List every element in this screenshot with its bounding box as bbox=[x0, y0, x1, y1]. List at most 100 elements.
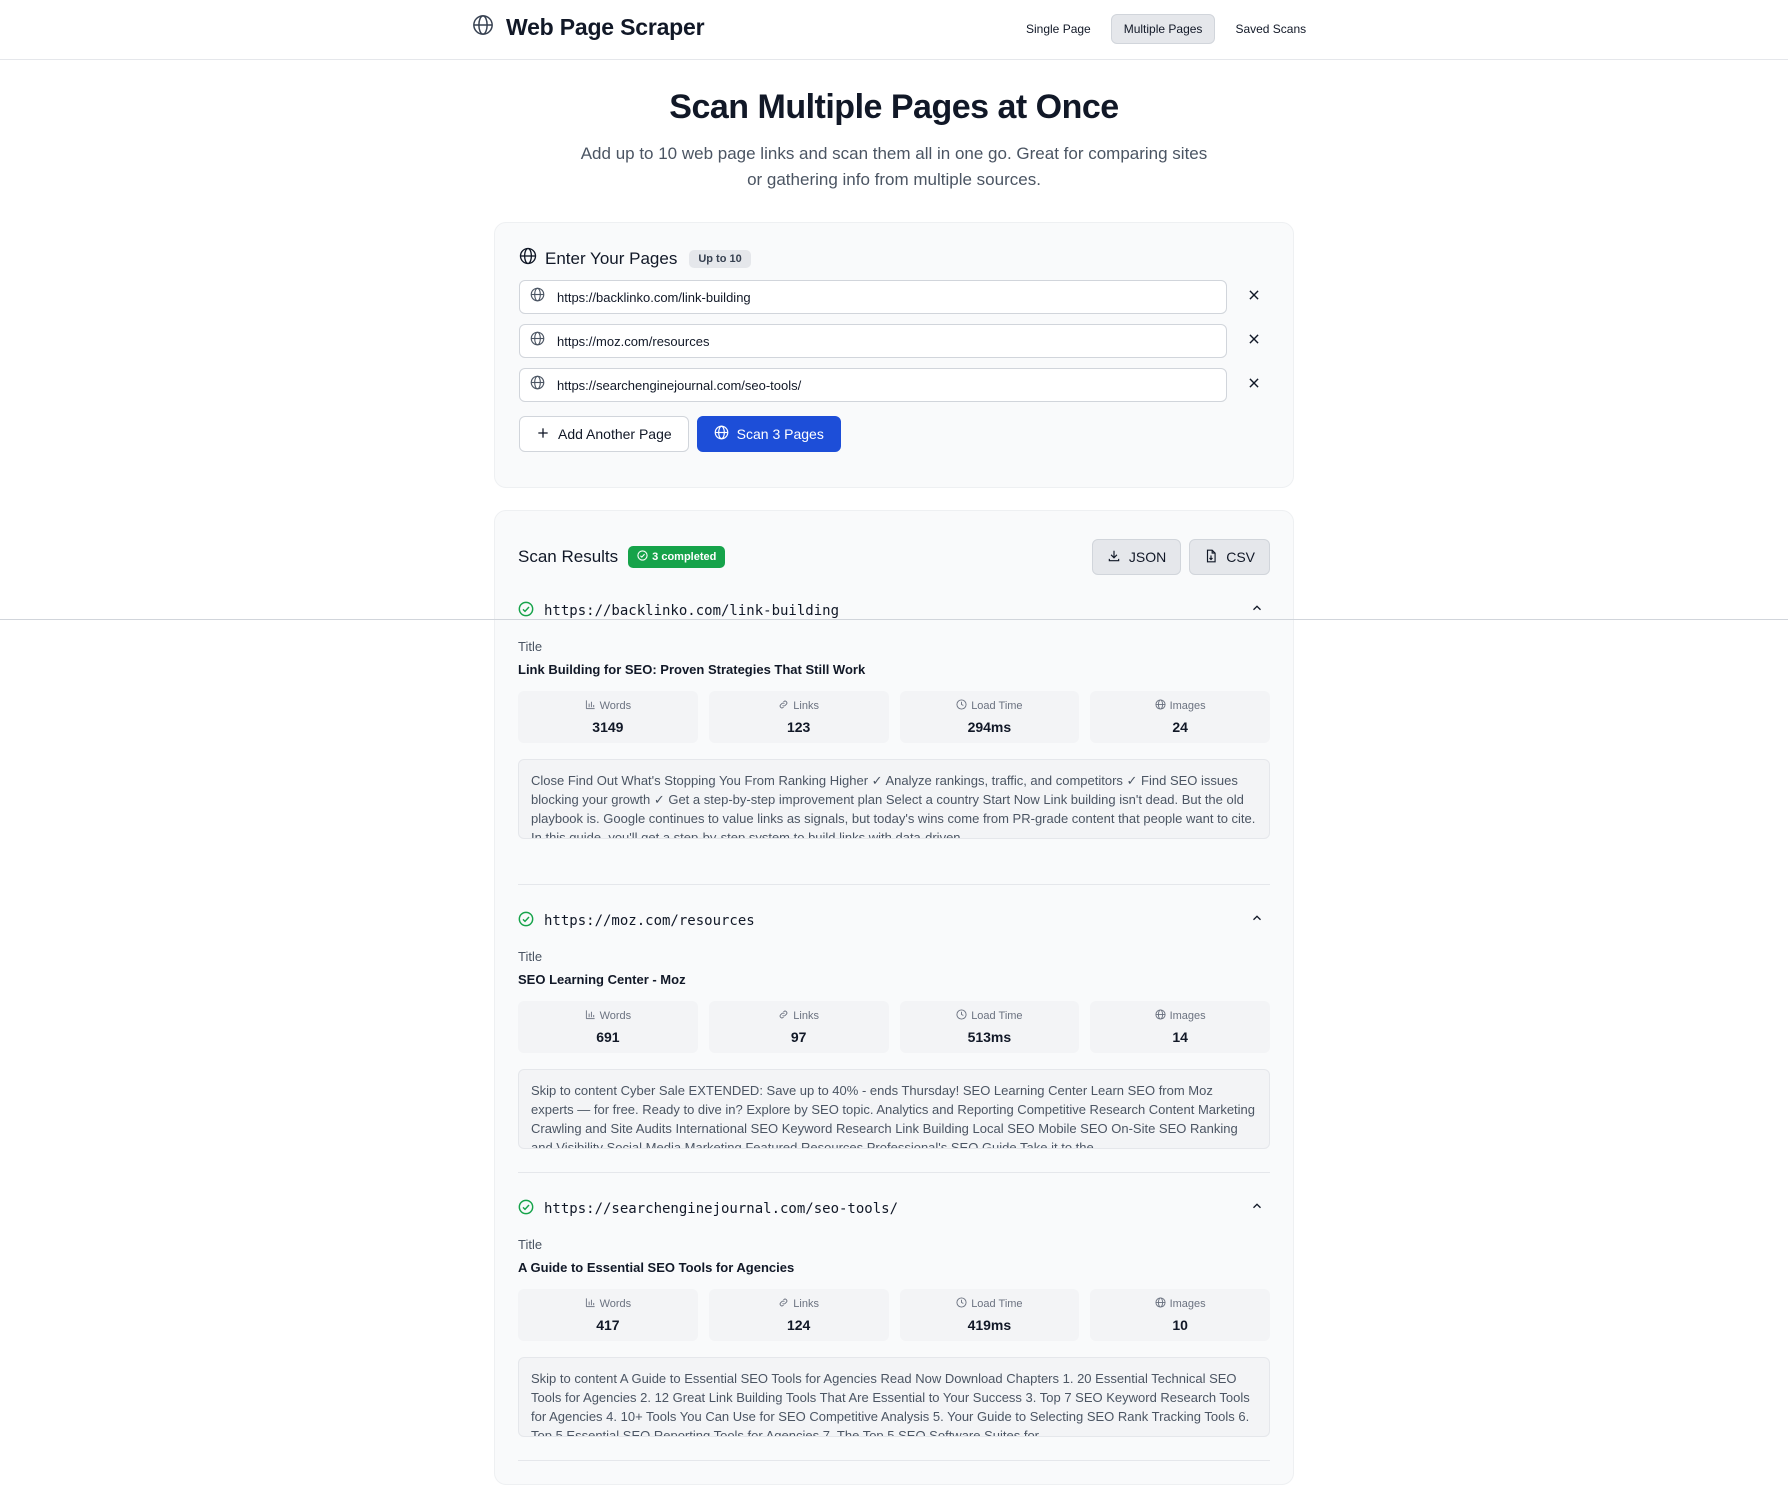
stat-label-words: Words bbox=[599, 1010, 632, 1022]
url-row bbox=[519, 324, 1269, 358]
chevron-up-icon[interactable] bbox=[1250, 1199, 1264, 1218]
stat-label-images: Images bbox=[1169, 700, 1206, 712]
stat-label-words: Words bbox=[599, 1298, 632, 1310]
globe-icon bbox=[519, 247, 537, 270]
close-icon bbox=[1247, 376, 1261, 395]
stats-row: Words 691 Links 97 Load Time 513ms Image… bbox=[518, 1001, 1270, 1053]
remove-url-button-2[interactable] bbox=[1239, 326, 1269, 356]
export-csv-button[interactable]: CSV bbox=[1189, 539, 1270, 575]
url-row bbox=[519, 368, 1269, 402]
stat-label-links: Links bbox=[793, 1298, 819, 1310]
content-preview: Skip to content Cyber Sale EXTENDED: Sav… bbox=[518, 1069, 1270, 1149]
add-page-label: Add Another Page bbox=[558, 426, 672, 442]
nav-multiple-pages[interactable]: Multiple Pages bbox=[1110, 14, 1216, 44]
screenshot-seam-divider bbox=[0, 619, 1788, 620]
stat-images-value: 14 bbox=[1172, 1029, 1188, 1045]
result-url: https://searchenginejournal.com/seo-tool… bbox=[544, 1201, 899, 1217]
bar-chart-icon bbox=[585, 1297, 596, 1311]
result-header[interactable]: https://searchenginejournal.com/seo-tool… bbox=[518, 1195, 1270, 1223]
title-label: Title bbox=[518, 1237, 543, 1252]
close-icon bbox=[1247, 332, 1261, 351]
export-json-label: JSON bbox=[1128, 549, 1167, 565]
nav-saved-scans[interactable]: Saved Scans bbox=[1223, 14, 1318, 44]
top-navbar: Web Page Scraper Single Page Multiple Pa… bbox=[0, 0, 1788, 60]
file-icon bbox=[1204, 549, 1218, 566]
stat-links: Links 123 bbox=[708, 691, 889, 743]
url-input-2[interactable] bbox=[557, 333, 1217, 349]
limit-badge: Up to 10 bbox=[689, 249, 751, 268]
stat-links-value: 124 bbox=[786, 1317, 811, 1333]
add-page-button[interactable]: Add Another Page bbox=[519, 416, 689, 452]
result-item: https://searchenginejournal.com/seo-tool… bbox=[518, 1195, 1270, 1461]
stat-links: Links 124 bbox=[708, 1289, 889, 1341]
url-input-3[interactable] bbox=[557, 377, 1217, 393]
globe-icon bbox=[1155, 1009, 1166, 1023]
result-url: https://moz.com/resources bbox=[544, 913, 755, 929]
stat-links: Links 97 bbox=[708, 1001, 889, 1053]
stat-load-time-value: 513ms bbox=[967, 1029, 1012, 1045]
check-circle-icon bbox=[518, 1199, 534, 1220]
remove-url-button-3[interactable] bbox=[1239, 370, 1269, 400]
stat-label-words: Words bbox=[599, 700, 632, 712]
page-title-value: SEO Learning Center - Moz bbox=[518, 972, 686, 987]
result-header[interactable]: https://moz.com/resources bbox=[518, 907, 1270, 935]
stat-links-value: 97 bbox=[790, 1029, 807, 1045]
stat-label-links: Links bbox=[793, 700, 819, 712]
globe-icon bbox=[472, 14, 494, 41]
status-badge-label: 3 completed bbox=[652, 551, 717, 563]
result-item: https://backlinko.com/link-building Titl… bbox=[518, 597, 1270, 885]
url-input-card: Enter Your Pages Up to 10 https://backli… bbox=[494, 222, 1294, 488]
stat-load-time-value: 419ms bbox=[967, 1317, 1012, 1333]
close-icon bbox=[1247, 288, 1261, 307]
result-url: https://backlinko.com/link-building bbox=[544, 603, 840, 619]
stat-words-value: 691 bbox=[596, 1029, 620, 1045]
stat-words: Words 417 bbox=[518, 1289, 698, 1341]
url-field bbox=[519, 324, 1228, 358]
brand[interactable]: Web Page Scraper bbox=[472, 14, 705, 41]
export-json-button[interactable]: JSON bbox=[1091, 539, 1182, 575]
chevron-up-icon[interactable] bbox=[1250, 601, 1264, 620]
page-title-value: Link Building for SEO: Proven Strategies… bbox=[518, 662, 866, 677]
check-circle-icon bbox=[518, 911, 534, 932]
url-input-1[interactable] bbox=[557, 289, 1217, 305]
stat-label-links: Links bbox=[793, 1010, 819, 1022]
stat-load-time: Load Time 513ms bbox=[899, 1001, 1080, 1053]
page-subtitle: Add up to 10 web page links and scan the… bbox=[580, 144, 1208, 189]
result-header[interactable]: https://backlinko.com/link-building bbox=[518, 597, 1270, 625]
clock-icon bbox=[956, 699, 967, 713]
scan-pages-button[interactable]: Scan 3 Pages bbox=[696, 416, 841, 452]
results-title: Scan Results bbox=[518, 547, 619, 566]
stat-images: Images 10 bbox=[1090, 1289, 1270, 1341]
chevron-up-icon[interactable] bbox=[1250, 911, 1264, 930]
stat-words-value: 3149 bbox=[592, 719, 624, 735]
nav-single-page[interactable]: Single Page bbox=[1014, 14, 1103, 44]
result-item: https://moz.com/resources Title SEO Lear… bbox=[518, 907, 1270, 1173]
results-header: Scan Results 3 completed JSON CSV bbox=[518, 539, 1270, 575]
link-icon bbox=[778, 1297, 789, 1311]
globe-icon bbox=[530, 331, 545, 351]
url-row bbox=[519, 280, 1269, 314]
stat-words: Words 691 bbox=[518, 1001, 698, 1053]
url-field bbox=[519, 368, 1228, 402]
content-preview: Close Find Out What's Stopping You From … bbox=[518, 759, 1270, 839]
remove-url-button-1[interactable] bbox=[1239, 282, 1269, 312]
bar-chart-icon bbox=[585, 1009, 596, 1023]
plus-icon bbox=[536, 426, 550, 443]
stat-images-value: 10 bbox=[1172, 1317, 1188, 1333]
hero: Scan Multiple Pages at Once Add up to 10… bbox=[0, 88, 1788, 193]
export-actions: JSON CSV bbox=[1091, 539, 1270, 575]
app-title: Web Page Scraper bbox=[506, 14, 705, 40]
link-icon bbox=[778, 1009, 789, 1023]
status-badge: 3 completed bbox=[628, 546, 726, 568]
download-icon bbox=[1107, 549, 1121, 566]
bar-chart-icon bbox=[585, 699, 596, 713]
globe-icon bbox=[1155, 699, 1166, 713]
clock-icon bbox=[956, 1009, 967, 1023]
stat-load-time-value: 294ms bbox=[967, 719, 1012, 735]
url-field bbox=[519, 280, 1228, 314]
check-circle-icon bbox=[637, 550, 648, 564]
stat-label-load-time: Load Time bbox=[971, 1010, 1023, 1022]
content-preview: Skip to content A Guide to Essential SEO… bbox=[518, 1357, 1270, 1437]
export-csv-label: CSV bbox=[1226, 549, 1255, 565]
stat-load-time: Load Time 419ms bbox=[899, 1289, 1080, 1341]
